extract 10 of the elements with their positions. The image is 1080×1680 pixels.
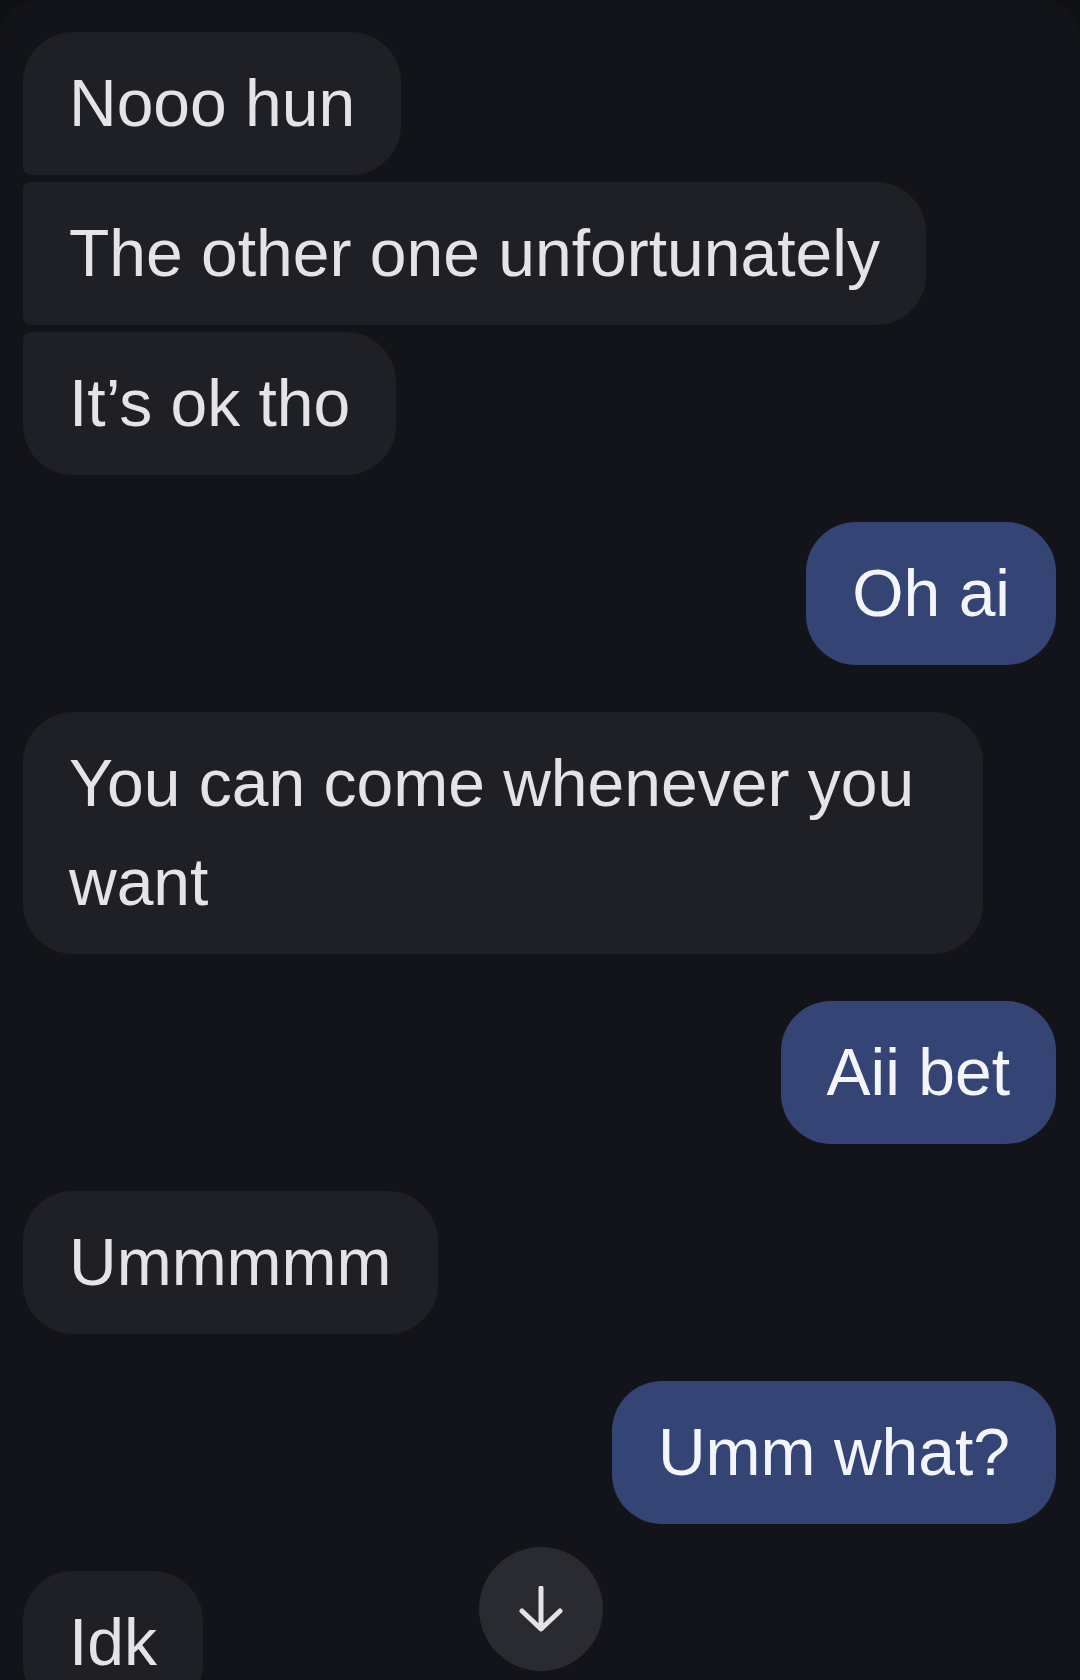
message-bubble: Idk xyxy=(23,1571,204,1680)
message-bubble: Ummmmm xyxy=(23,1191,438,1334)
message-bubble: The other one unfortunately xyxy=(23,182,926,325)
message-bubble: It’s ok tho xyxy=(23,332,397,475)
arrow-down-icon xyxy=(518,1586,564,1632)
message-bubble: Umm what? xyxy=(611,1381,1056,1524)
message-bubble: You can come whenever you want xyxy=(23,712,983,954)
message-bubble: Aii bet xyxy=(780,1001,1056,1144)
message-bubble: Oh ai xyxy=(806,522,1056,665)
message-bubble: Nooo hun xyxy=(23,32,402,175)
